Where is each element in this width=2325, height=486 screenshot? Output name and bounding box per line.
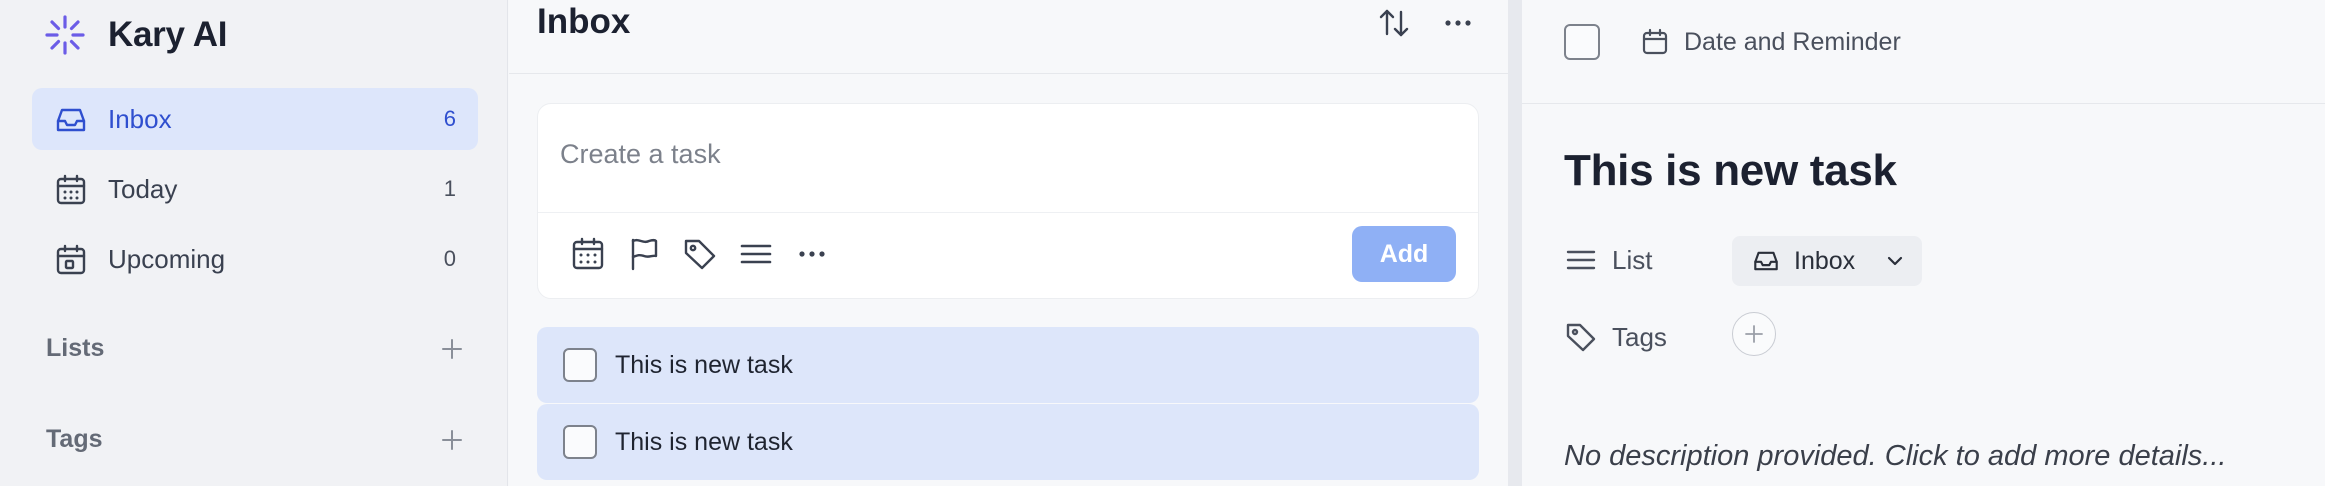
panel-resize-handle[interactable]: [1508, 0, 1522, 486]
detail-header: Date and Reminder: [1522, 0, 2325, 104]
sort-icon[interactable]: [1375, 4, 1413, 42]
tags-property-label: Tags: [1612, 321, 1667, 352]
tags-section-label: Tags: [46, 425, 103, 453]
chevron-down-icon: [1887, 256, 1903, 266]
task-title: This is new task: [615, 350, 793, 379]
calendar-upcoming-icon: [56, 244, 86, 275]
sidebar-item-label: Upcoming: [108, 243, 226, 274]
panel-header: Inbox: [509, 0, 1508, 74]
lists-section-header: Lists: [46, 334, 466, 363]
tags-section-header: Tags: [46, 425, 466, 454]
sidebar-item-upcoming[interactable]: Upcoming 0: [32, 228, 478, 290]
inbox-icon: [56, 108, 86, 132]
list-icon[interactable]: [736, 234, 776, 274]
add-list-plus-icon[interactable]: [438, 335, 466, 363]
add-tag-button[interactable]: [1732, 312, 1776, 356]
task-row[interactable]: This is new task: [537, 327, 1479, 403]
tag-icon[interactable]: [680, 234, 720, 274]
tag-icon: [1566, 323, 1596, 352]
create-task-input[interactable]: [560, 134, 1440, 174]
detail-task-checkbox[interactable]: [1564, 24, 1600, 60]
list-icon: [1566, 250, 1596, 270]
calendar-icon: [1642, 28, 1668, 55]
task-checkbox[interactable]: [563, 348, 597, 382]
more-options-icon[interactable]: [1439, 4, 1477, 42]
plus-icon: [1745, 325, 1763, 343]
app-name: Kary AI: [108, 15, 228, 54]
more-icon[interactable]: [792, 234, 832, 274]
tags-property: Tags: [1564, 320, 1667, 354]
sidebar-item-count: 0: [443, 246, 456, 271]
list-property: List: [1564, 243, 1652, 277]
add-task-button[interactable]: Add: [1352, 226, 1456, 282]
task-detail-title[interactable]: This is new task: [1564, 146, 1897, 196]
task-row[interactable]: This is new task: [537, 404, 1479, 480]
task-checkbox[interactable]: [563, 425, 597, 459]
sidebar-item-count: 1: [443, 176, 456, 201]
sidebar-item-today[interactable]: Today 1: [32, 158, 478, 220]
composer-divider: [538, 212, 1478, 213]
inbox-icon: [1754, 251, 1778, 271]
task-title: This is new task: [615, 427, 793, 456]
flag-icon[interactable]: [624, 234, 664, 274]
add-tag-plus-icon[interactable]: [438, 426, 466, 454]
list-select-dropdown[interactable]: Inbox: [1732, 236, 1922, 286]
lists-section-label: Lists: [46, 334, 105, 362]
task-description[interactable]: No description provided. Click to add mo…: [1564, 440, 2226, 473]
sidebar-item-label: Inbox: [108, 103, 172, 134]
sparkle-logo-icon: [45, 15, 85, 55]
page-title: Inbox: [537, 2, 631, 41]
list-select-value: Inbox: [1794, 246, 1856, 275]
task-detail-panel: Date and Reminder This is new task List …: [1522, 0, 2325, 486]
task-list-panel: Inbox Create a task Add This is new task…: [509, 0, 1508, 486]
sidebar-item-inbox[interactable]: Inbox 6: [32, 88, 478, 150]
calendar-icon[interactable]: [568, 234, 608, 274]
brand[interactable]: Kary AI: [44, 14, 227, 56]
date-reminder-label: Date and Reminder: [1684, 27, 1901, 56]
calendar-grid-icon: [56, 174, 86, 205]
date-reminder-button[interactable]: Date and Reminder: [1640, 24, 1901, 60]
sidebar-item-label: Today: [108, 173, 178, 204]
sidebar-item-count: 6: [443, 106, 456, 131]
task-composer: Add: [537, 103, 1479, 299]
list-property-label: List: [1612, 244, 1653, 275]
sidebar: Kary AI Inbox 6 Today 1 Upcoming 0 Lists…: [0, 0, 508, 486]
